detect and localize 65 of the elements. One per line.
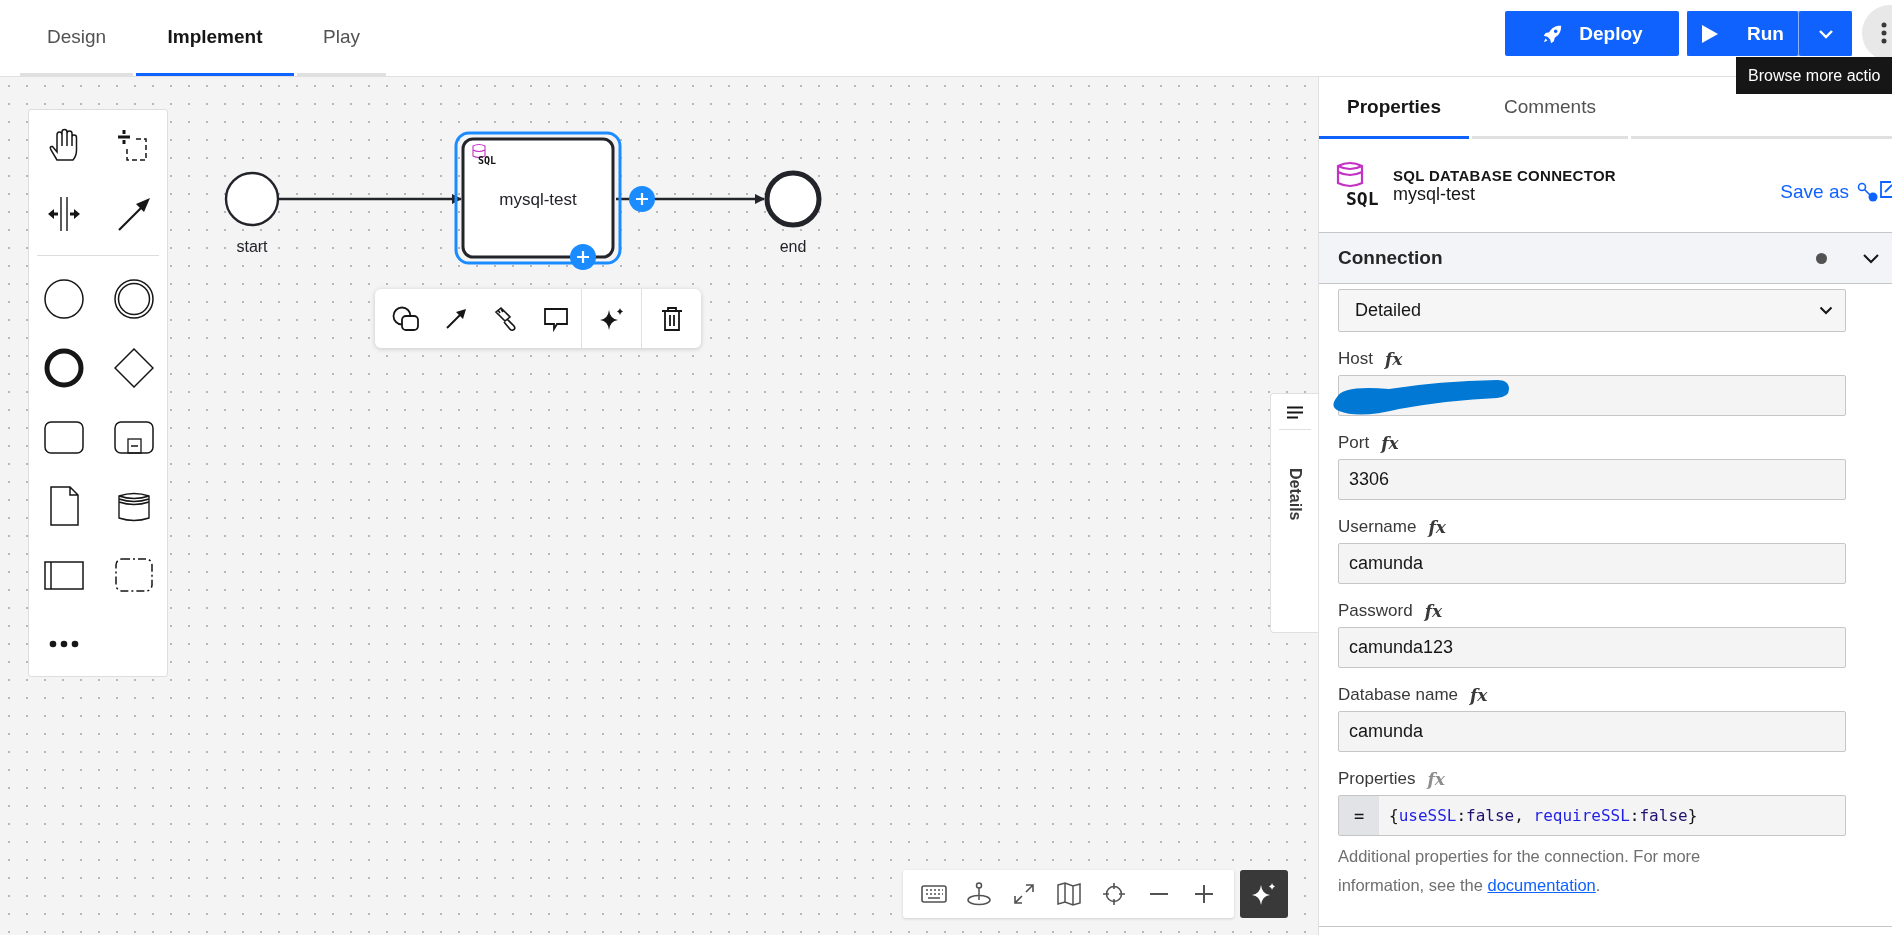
template-icon [1857, 181, 1879, 202]
gateway-icon[interactable] [114, 347, 154, 388]
keyboard-icon [920, 885, 947, 903]
task-shape[interactable] [461, 137, 615, 259]
field-label: Password [1338, 600, 1413, 621]
panel-tab[interactable]: Properties [1319, 77, 1469, 139]
list-icon [1286, 406, 1303, 419]
arrow-icon [444, 306, 468, 331]
start-event[interactable] [224, 171, 280, 227]
field-description: Additional properties for the connection. For more information, see the documentation. [1338, 846, 1702, 896]
brush-icon [493, 305, 519, 332]
save-as-link[interactable]: Save as [1780, 180, 1879, 203]
field-label: Properties [1338, 768, 1416, 789]
intermediate-event-icon[interactable] [114, 278, 154, 319]
edit-icon[interactable] [1879, 179, 1892, 199]
panel-tab[interactable]: Comments [1472, 77, 1628, 139]
event-label: start [236, 238, 268, 255]
end-event[interactable] [764, 170, 822, 228]
task-label: mysql-test [499, 190, 577, 209]
add-button[interactable] [629, 186, 655, 212]
text-input[interactable]: 3306 [1338, 459, 1846, 500]
element-type: SQL DATABASE CONNECTOR [1393, 166, 1617, 184]
element-name: mysql-test [1393, 183, 1476, 205]
feel-toggle[interactable]: fx [1381, 432, 1399, 453]
run-button[interactable]: Run [1687, 11, 1798, 56]
group-title: Connection [1338, 247, 1444, 269]
deploy-button[interactable]: Deploy [1505, 11, 1679, 56]
more-tools-icon[interactable] [49, 639, 79, 648]
chevron-down-icon [1819, 306, 1833, 315]
start-event-icon[interactable] [44, 278, 84, 319]
end-event-icon[interactable] [44, 347, 84, 388]
field-label: Port [1338, 432, 1370, 453]
text-input[interactable]: camunda123 [1338, 627, 1846, 668]
text-input[interactable]: camunda [1338, 543, 1846, 584]
more-vertical-icon [1881, 22, 1887, 44]
documentation-link[interactable]: documentation [1487, 876, 1596, 894]
map-icon [1055, 882, 1082, 906]
details-panel-tab[interactable]: Details [1270, 393, 1318, 633]
change-type-icon [392, 305, 420, 332]
ai-assistant-button[interactable] [1240, 870, 1288, 918]
plus-icon [1194, 885, 1213, 903]
expression-input[interactable]: = {useSSL:false, requireSSL:false} [1338, 795, 1846, 836]
comment-icon [542, 305, 570, 332]
field-label: Database name [1338, 684, 1459, 705]
field-label: Host [1338, 348, 1373, 369]
mode-select[interactable]: Detailed [1338, 289, 1846, 332]
event-label: end [779, 238, 807, 255]
chevron-down-icon [1817, 28, 1834, 39]
expand-icon [1012, 883, 1035, 905]
trash-icon [659, 305, 684, 332]
details-label: Details [1285, 468, 1304, 521]
add-button[interactable] [570, 244, 596, 270]
play-icon [1701, 23, 1720, 44]
crosshair-icon [1101, 882, 1126, 906]
tooltip: Browse more actio [1736, 57, 1892, 94]
feel-toggle[interactable]: fx [1424, 600, 1443, 621]
feel-toggle[interactable]: fx [1384, 348, 1403, 369]
feel-toggle[interactable]: fx [1470, 684, 1488, 705]
sequence-flow[interactable] [279, 194, 462, 204]
pin-icon [965, 882, 992, 906]
text-input[interactable]: camunda [1338, 711, 1846, 752]
feel-toggle[interactable]: fx [1428, 516, 1446, 537]
minus-icon [1149, 892, 1168, 896]
field-label: Username [1338, 516, 1417, 537]
group-header[interactable]: Connection [1319, 232, 1892, 284]
